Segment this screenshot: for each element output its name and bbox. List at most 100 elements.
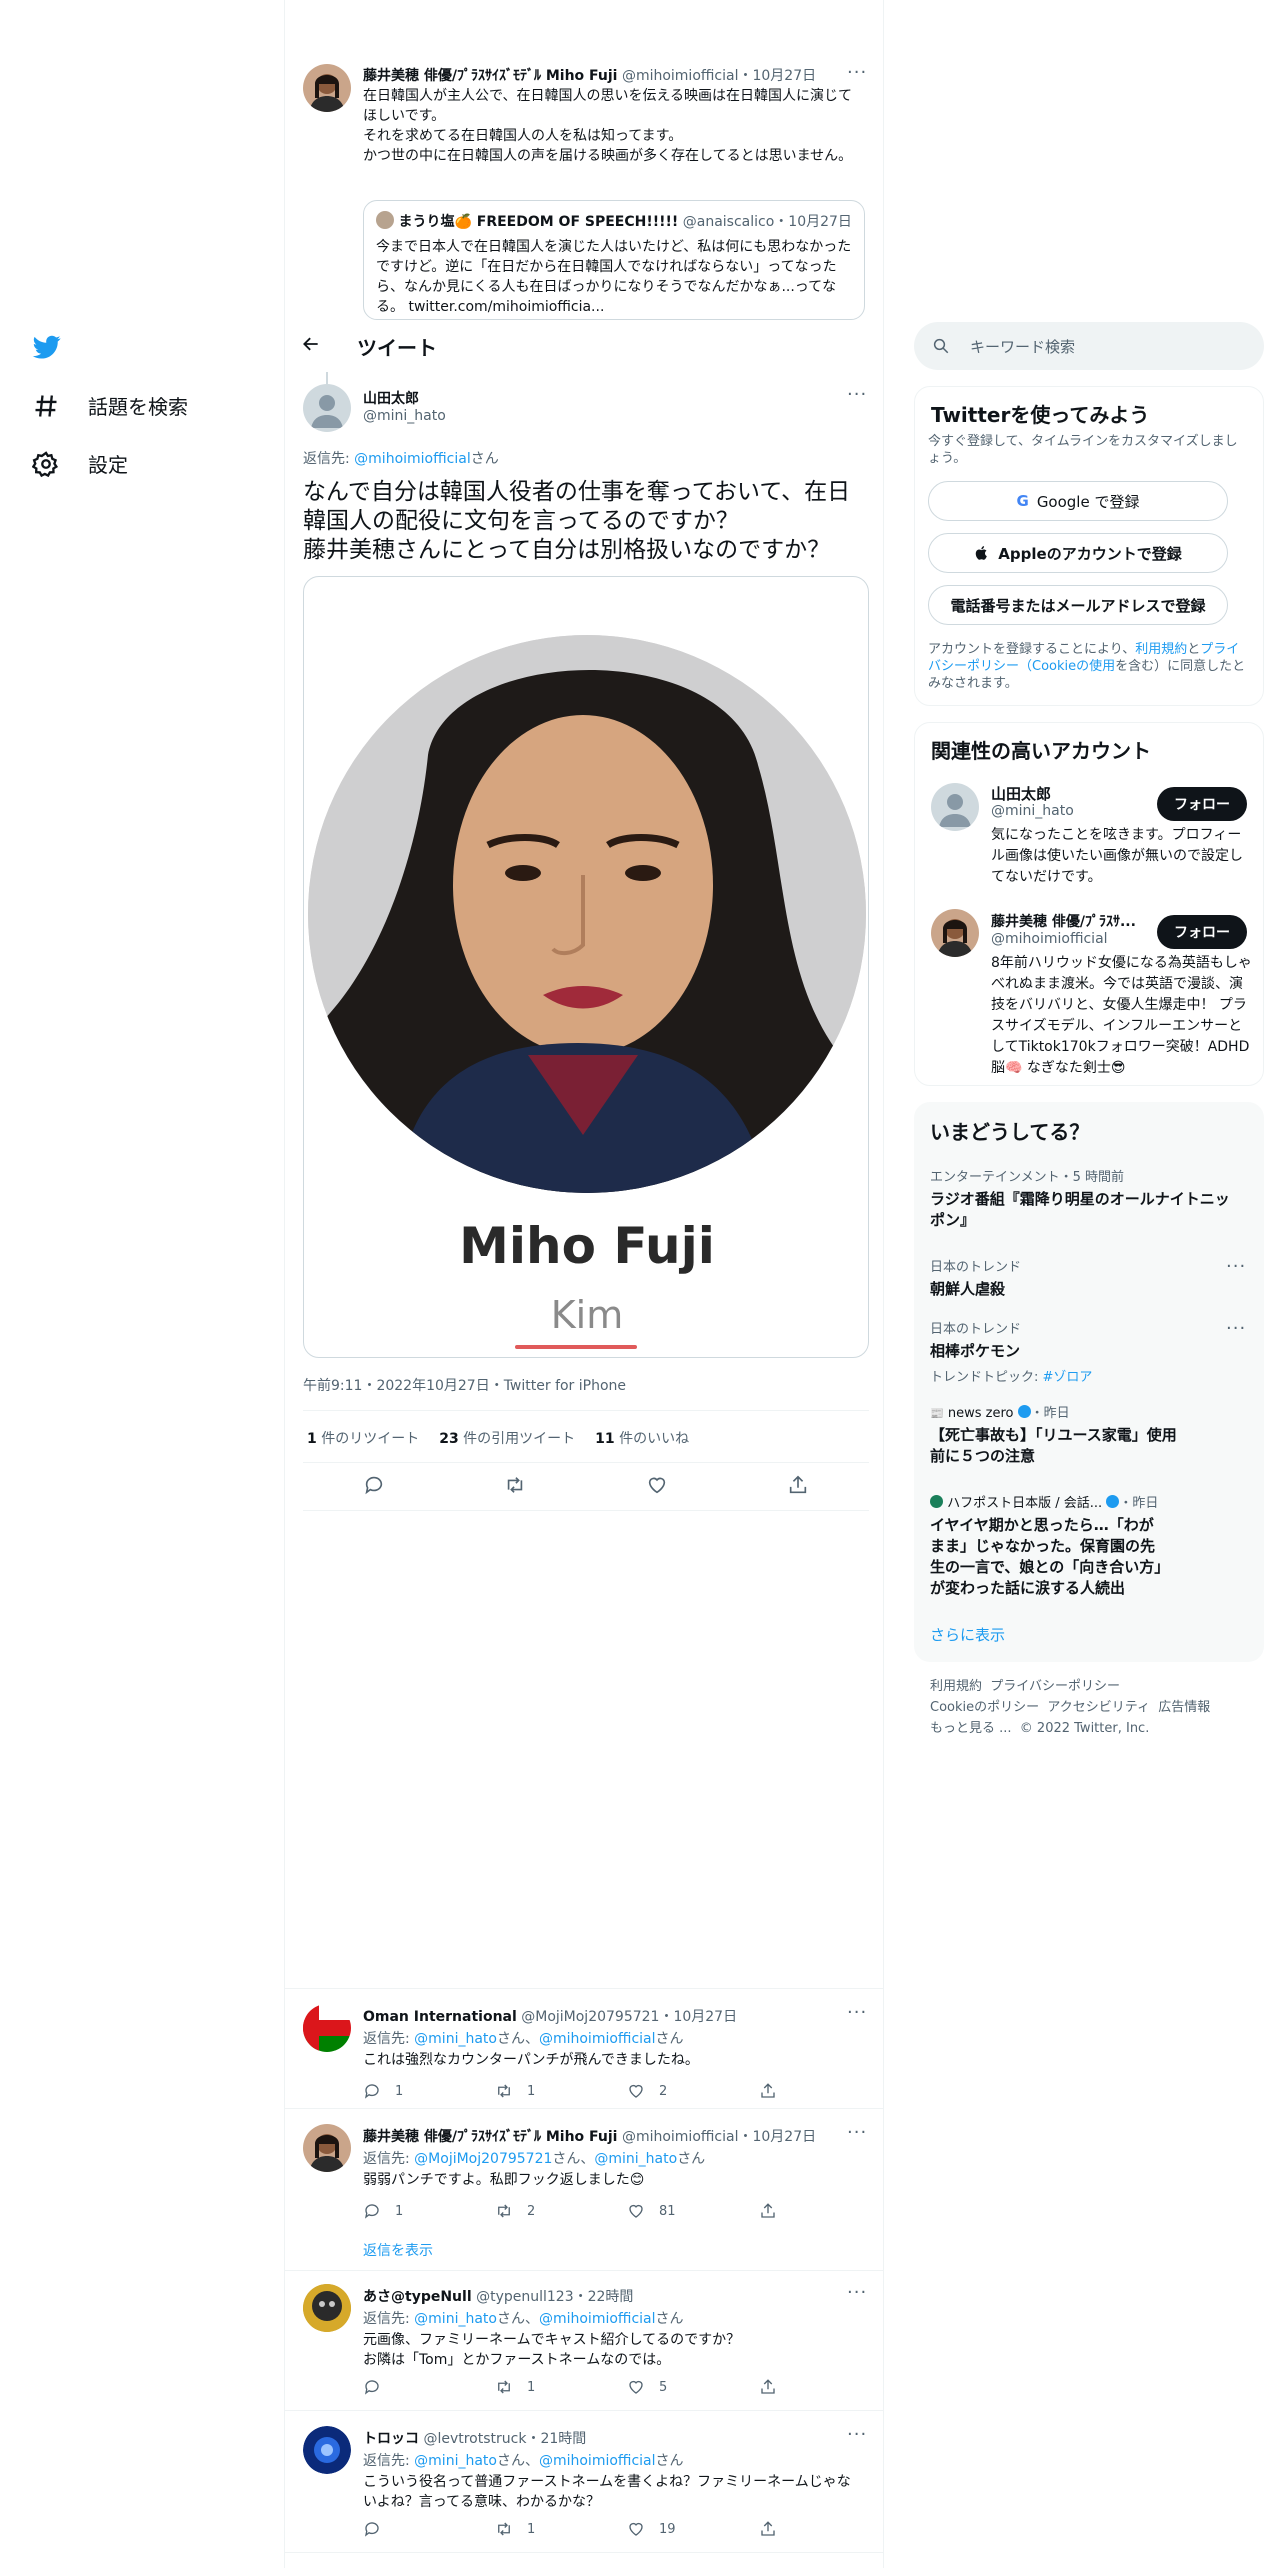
trend-item[interactable]: 📰 news zero ・昨日 【死亡事故も】「リユース家電」使用前に５つの注意 [930, 1402, 1190, 1467]
reply-date[interactable]: 10月27日 [673, 2009, 737, 2025]
share-icon[interactable] [787, 1474, 809, 1496]
related-handle[interactable]: @mini_hato [991, 803, 1074, 819]
reply-author-name[interactable]: トロッコ [363, 2431, 419, 2447]
related-name[interactable]: 藤井美穂 俳優/ﾌﾟﾗｽｻ... [991, 911, 1151, 931]
cookie-link[interactable]: Cookieの使用 [1032, 659, 1115, 674]
quoted-date[interactable]: 10月27日 [752, 68, 816, 84]
share-button[interactable] [759, 2082, 891, 2100]
reply-to-link[interactable]: @mini_hato [414, 2453, 497, 2469]
footer-link[interactable]: アクセシビリティ [1047, 1700, 1150, 1715]
more-icon[interactable]: ··· [847, 2424, 867, 2445]
avatar[interactable] [303, 2004, 351, 2052]
reply-to-link[interactable]: @mihoimiofficial [539, 2031, 656, 2047]
related-handle[interactable]: @mihoimiofficial [991, 931, 1108, 947]
trend-topic-link[interactable]: #ゾロア [1043, 1370, 1093, 1385]
retweet-icon[interactable] [504, 1474, 526, 1496]
show-replies-link[interactable]: 返信を表示 [363, 2240, 433, 2260]
quoted-author-name[interactable]: 藤井美穂 俳優/ﾌﾟﾗｽｻｲｽﾞﾓﾃﾞﾙ Miho Fuji [363, 68, 617, 84]
reply-button[interactable]: 1 [363, 2082, 495, 2100]
reply-handle[interactable]: @MojiMoj20795721 [521, 2009, 659, 2025]
follow-button[interactable]: フォロー [1157, 915, 1247, 949]
avatar[interactable] [303, 64, 351, 112]
footer-link[interactable]: 広告情報 [1158, 1700, 1210, 1715]
avatar[interactable] [303, 2426, 351, 2474]
avatar[interactable] [303, 384, 351, 432]
retweet-stat[interactable]: 1 件のリツイート [307, 1428, 419, 1448]
search-input[interactable]: キーワード検索 [970, 336, 1075, 357]
phone-signup-button[interactable]: 電話番号またはメールアドレスで登録 [928, 585, 1228, 625]
reply-to-link[interactable]: @mini_hato [414, 2031, 497, 2047]
like-button[interactable]: 19 [627, 2520, 759, 2538]
quote-stat[interactable]: 23 件の引用ツイート [439, 1428, 575, 1448]
share-button[interactable] [759, 2202, 891, 2220]
more-icon[interactable]: ··· [1226, 1256, 1246, 1277]
main-author-name[interactable]: 山田太郎 [363, 388, 419, 408]
footer-link[interactable]: Cookieのポリシー [930, 1700, 1039, 1715]
reply-date[interactable]: 21時間 [540, 2431, 586, 2447]
footer-link[interactable]: 利用規約 [930, 1679, 982, 1694]
reply-author-name[interactable]: Oman International [363, 2009, 517, 2025]
reply-to-link[interactable]: @mihoimiofficial [539, 2453, 656, 2469]
retweet-button[interactable]: 1 [495, 2378, 627, 2396]
like-button[interactable]: 2 [627, 2082, 759, 2100]
reply-to-link[interactable]: @MojiMoj20795721 [414, 2151, 552, 2167]
back-arrow-icon[interactable] [301, 334, 321, 358]
reply-icon[interactable] [363, 1474, 385, 1496]
related-name[interactable]: 山田太郎 [991, 783, 1051, 804]
reply-to-link[interactable]: @mihoimiofficial [354, 451, 471, 467]
more-icon[interactable]: ··· [847, 2282, 867, 2303]
reply-button[interactable]: 1 [363, 2202, 495, 2220]
like-icon[interactable] [646, 1474, 668, 1496]
reply-to-link[interactable]: @mihoimiofficial [539, 2311, 656, 2327]
divider [285, 2270, 883, 2271]
reply-handle[interactable]: @typenull123 [476, 2289, 574, 2305]
avatar[interactable] [303, 2124, 351, 2172]
like-button[interactable]: 81 [627, 2202, 759, 2220]
quote-card[interactable]: まうり塩🍊 FREEDOM OF SPEECH!!!!! @anaiscalic… [363, 200, 865, 320]
reply-button[interactable] [363, 2520, 495, 2538]
reply-author-name[interactable]: あさ@typeNull [363, 2289, 472, 2305]
reply-handle[interactable]: @levtrotstruck [423, 2431, 526, 2447]
follow-button[interactable]: フォロー [1157, 787, 1247, 821]
reply-button[interactable] [363, 2378, 495, 2396]
twitter-logo-icon[interactable] [32, 333, 62, 361]
apple-signup-button[interactable]: Appleのアカウントで登録 [928, 533, 1228, 573]
retweet-button[interactable]: 1 [495, 2520, 627, 2538]
avatar[interactable] [931, 909, 979, 957]
retweet-button[interactable]: 2 [495, 2202, 627, 2220]
share-button[interactable] [759, 2378, 891, 2396]
like-stat[interactable]: 11 件のいいね [595, 1428, 689, 1448]
footer-link[interactable]: プライバシーポリシー [990, 1679, 1120, 1694]
more-icon[interactable]: ··· [847, 384, 867, 405]
avatar[interactable] [303, 2284, 351, 2332]
show-more-link[interactable]: さらに表示 [930, 1624, 1005, 1645]
reply-handle[interactable]: @mihoimiofficial [622, 2129, 739, 2145]
more-icon[interactable]: ··· [847, 2002, 867, 2023]
more-icon[interactable]: ··· [1226, 1318, 1246, 1339]
nav-settings[interactable]: 設定 [32, 449, 128, 478]
reply-date[interactable]: 22時間 [588, 2289, 634, 2305]
reply-date[interactable]: 10月27日 [752, 2129, 816, 2145]
search-box[interactable]: キーワード検索 [914, 322, 1264, 370]
retweet-button[interactable]: 1 [495, 2082, 627, 2100]
footer-link[interactable]: もっと見る ... [930, 1721, 1012, 1736]
reply-to-link[interactable]: @mini_hato [594, 2151, 677, 2167]
avatar[interactable] [931, 783, 979, 831]
trend-item[interactable]: エンターテインメント・5 時間前 ラジオ番組『霜降り明星のオールナイトニッポン』 [930, 1166, 1230, 1231]
tweet-image[interactable]: Miho Fuji Kim [303, 576, 869, 1358]
trend-item[interactable]: ハフポスト日本版 / 会話... ・昨日 イヤイヤ期かと思ったら…「わがまま」じ… [930, 1492, 1166, 1599]
trend-item[interactable]: 日本のトレンド 相棒ポケモン トレンドトピック: #ゾロア [930, 1318, 1230, 1385]
terms-link[interactable]: 利用規約 [1135, 642, 1187, 657]
more-icon[interactable]: ··· [847, 2122, 867, 2143]
reply-to-link[interactable]: @mini_hato [414, 2311, 497, 2327]
more-icon[interactable]: ··· [847, 62, 867, 83]
tweet-meta[interactable]: 午前9:11・2022年10月27日・Twitter for iPhone [303, 1375, 626, 1395]
main-handle[interactable]: @mini_hato [363, 408, 446, 424]
google-signup-button[interactable]: G Google で登録 [928, 481, 1228, 521]
reply-author-name[interactable]: 藤井美穂 俳優/ﾌﾟﾗｽｻｲｽﾞﾓﾃﾞﾙ Miho Fuji [363, 2129, 617, 2145]
quoted-handle[interactable]: @mihoimiofficial [622, 68, 739, 84]
like-button[interactable]: 5 [627, 2378, 759, 2396]
nav-explore[interactable]: 話題を検索 [32, 391, 188, 420]
trend-item[interactable]: 日本のトレンド 朝鮮人虐殺 [930, 1256, 1230, 1300]
share-button[interactable] [759, 2520, 891, 2538]
